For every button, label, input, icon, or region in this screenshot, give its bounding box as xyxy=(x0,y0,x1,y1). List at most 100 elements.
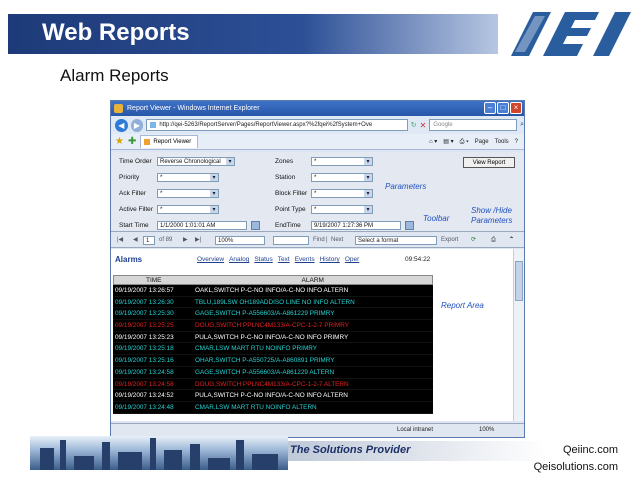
link-overview[interactable]: Overview xyxy=(197,256,224,263)
end-time-label: EndTime xyxy=(275,222,301,229)
search-input[interactable]: Google xyxy=(429,119,518,131)
link-analog[interactable]: Analog xyxy=(229,256,249,263)
row-time: 09/19/2007 13:24:52 xyxy=(115,392,174,400)
row-alarm: DOUG,SWITCH PPLNC4M133/A-CPC-1-2-7 PRIMR… xyxy=(195,322,349,330)
footer-link-qeiinc[interactable]: Qeiinc.com xyxy=(534,442,618,459)
row-alarm: PULA,SWITCH P-C-NO INFO/A-C-NO INFO PRIM… xyxy=(195,333,349,341)
row-alarm: PULA,SWITCH P-C-NO INFO/A-C-NO INFO ALTE… xyxy=(195,392,348,400)
close-button[interactable]: × xyxy=(510,102,522,114)
table-row: 09/19/2007 13:24:58 DOUG,SWITCH PPLNC4M13… xyxy=(113,378,433,391)
toolbar-separator: | xyxy=(326,237,328,243)
row-alarm: GAGE,SWITCH P-A556603/A-A861229 PRIMRY xyxy=(195,310,335,318)
feeds-icon[interactable]: ▤ ▾ xyxy=(443,136,453,148)
export-format-select[interactable]: Select a format xyxy=(355,236,437,245)
row-alarm: TBLU,189LSW OH189ADDISO LINE NO INFO ALT… xyxy=(195,298,355,306)
export-link[interactable]: Export xyxy=(441,236,458,245)
row-time: 09/19/2007 13:26:57 xyxy=(115,287,174,294)
report-toolbar: |◀ ◀ 1 of 89 ▶ ▶| 100% Find | Next Selec… xyxy=(111,233,524,248)
time-order-select[interactable]: Reverse Chronological xyxy=(157,157,235,166)
print-report-icon[interactable]: ⎙ xyxy=(491,236,496,245)
footer-band: The Solutions Provider xyxy=(288,441,548,461)
ack-filter-label: Ack Filter xyxy=(119,190,147,197)
link-history[interactable]: History xyxy=(320,256,340,263)
active-filter-select[interactable]: * xyxy=(157,205,219,214)
footer-industrial-image xyxy=(30,436,288,470)
tools-menu[interactable]: Tools xyxy=(495,136,509,148)
alarm-table-header: TIME ALARM xyxy=(113,275,433,285)
end-time-input[interactable]: 9/19/2007 1:27:36 PM xyxy=(311,221,401,230)
prev-page-icon[interactable]: ◀ xyxy=(133,236,138,245)
table-row: 09/19/2007 13:26:57 OAKL,SWITCH P-C-NO IN… xyxy=(113,285,433,297)
back-icon[interactable]: ◀ xyxy=(115,118,128,132)
footer-links: Qeiinc.com Qeisolutions.com xyxy=(534,442,618,476)
row-time: 09/19/2007 13:24:58 xyxy=(115,368,174,376)
active-filter-label: Active Filter xyxy=(119,206,153,213)
start-time-input[interactable]: 1/1/2000 1:01:01 AM xyxy=(157,221,247,230)
view-report-button[interactable]: View Report xyxy=(463,157,515,168)
row-time: 09/19/2007 13:25:16 xyxy=(115,357,174,365)
row-alarm: DOUG,SWITCH PPLNC4M133/A-CPC-1-2-7 ALTER… xyxy=(195,380,349,388)
next-link[interactable]: Next xyxy=(331,236,343,245)
refresh-report-icon[interactable]: ⟳ xyxy=(471,236,476,245)
station-select[interactable]: * xyxy=(311,173,373,182)
refresh-icon[interactable]: ↻ xyxy=(411,121,417,129)
find-input[interactable] xyxy=(273,236,309,245)
forward-icon[interactable]: ▶ xyxy=(130,118,144,132)
page-menu[interactable]: Page xyxy=(475,136,489,148)
tab-report-viewer[interactable]: Report Viewer xyxy=(140,135,199,148)
table-row: 09/19/2007 13:24:48 CMAR,LSW MART RTU NOI… xyxy=(113,401,433,414)
zones-select[interactable]: * xyxy=(311,157,373,166)
first-page-icon[interactable]: |◀ xyxy=(117,236,123,245)
report-links: Overview Analog Status Text Events Histo… xyxy=(197,256,359,263)
priority-select[interactable]: * xyxy=(157,173,219,182)
tab-row: ★ ✚ Report Viewer ⌂ ▾ ▤ ▾ ⎙ ▾ Page Tools… xyxy=(111,134,524,150)
link-events[interactable]: Events xyxy=(295,256,315,263)
block-filter-select[interactable]: * xyxy=(311,189,373,198)
find-link[interactable]: Find xyxy=(313,236,325,245)
link-text[interactable]: Text xyxy=(278,256,290,263)
table-row: 09/19/2007 13:25:23 PULA,SWITCH P-C-NO IN… xyxy=(113,331,433,344)
link-oper[interactable]: Oper xyxy=(345,256,359,263)
stop-icon[interactable]: ✕ xyxy=(420,121,427,130)
table-row: 09/19/2007 13:25:16 OHAR,SWITCH P-A550725… xyxy=(113,355,433,367)
parameters-annotation: Parameters xyxy=(385,182,427,191)
show-hide-parameters-icon[interactable]: ⌃ xyxy=(509,236,514,245)
print-icon[interactable]: ⎙ ▾ xyxy=(460,136,469,148)
zoom-select[interactable]: 100% xyxy=(215,236,265,245)
browser-window-title: Report Viewer - Windows Internet Explore… xyxy=(127,105,260,112)
address-input[interactable]: http://qei-5263/ReportServer/Pages/Repor… xyxy=(146,119,408,131)
scrollbar-thumb[interactable] xyxy=(515,261,523,301)
status-zoom[interactable]: 100% xyxy=(479,427,494,433)
start-calendar-icon[interactable] xyxy=(251,221,260,230)
point-type-select[interactable]: * xyxy=(311,205,373,214)
row-time: 09/19/2007 13:25:18 xyxy=(115,345,174,353)
row-alarm: GAGE,SWITCH P-A556603/A-A861229 ALTERN xyxy=(195,368,335,376)
favorites-star-icon[interactable]: ★ xyxy=(115,136,124,147)
add-favorite-icon[interactable]: ✚ xyxy=(128,136,136,147)
start-time-label: Start Time xyxy=(119,222,149,229)
table-row: 09/19/2007 13:25:25 DOUG,SWITCH PPLNC4M13… xyxy=(113,320,433,332)
row-alarm: CMAR,LSW MART RTU NOINFO ALTERN xyxy=(195,403,317,411)
qei-logo-icon xyxy=(511,12,631,56)
row-time: 09/19/2007 13:25:25 xyxy=(115,322,174,330)
search-icon[interactable]: ⌕ xyxy=(520,121,524,129)
minimize-button[interactable]: – xyxy=(484,102,496,114)
ie-icon xyxy=(114,104,123,113)
end-calendar-icon[interactable] xyxy=(405,221,414,230)
link-status[interactable]: Status xyxy=(254,256,272,263)
page-number-input[interactable]: 1 xyxy=(143,236,155,245)
report-scrollbar[interactable] xyxy=(513,249,524,421)
footer-tagline: The Solutions Provider xyxy=(290,444,411,456)
footer-link-qeisolutions[interactable]: Qeisolutions.com xyxy=(534,459,618,476)
home-icon[interactable]: ⌂ ▾ xyxy=(429,136,437,148)
table-row: 09/19/2007 13:26:30 TBLU,189LSW OH189ADDI… xyxy=(113,296,433,309)
next-page-icon[interactable]: ▶ xyxy=(183,236,188,245)
ack-filter-select[interactable]: * xyxy=(157,189,219,198)
last-page-icon[interactable]: ▶| xyxy=(195,236,201,245)
zones-label: Zones xyxy=(275,158,294,165)
help-icon[interactable]: ? xyxy=(515,136,518,148)
alarm-table-body: 09/19/2007 13:26:57 OAKL,SWITCH P-C-NO IN… xyxy=(113,285,433,414)
row-alarm: OAKL,SWITCH P-C-NO INFO/A-C-NO INFO ALTE… xyxy=(195,287,349,294)
maximize-button[interactable]: □ xyxy=(497,102,509,114)
col-time-header: TIME xyxy=(145,277,162,284)
